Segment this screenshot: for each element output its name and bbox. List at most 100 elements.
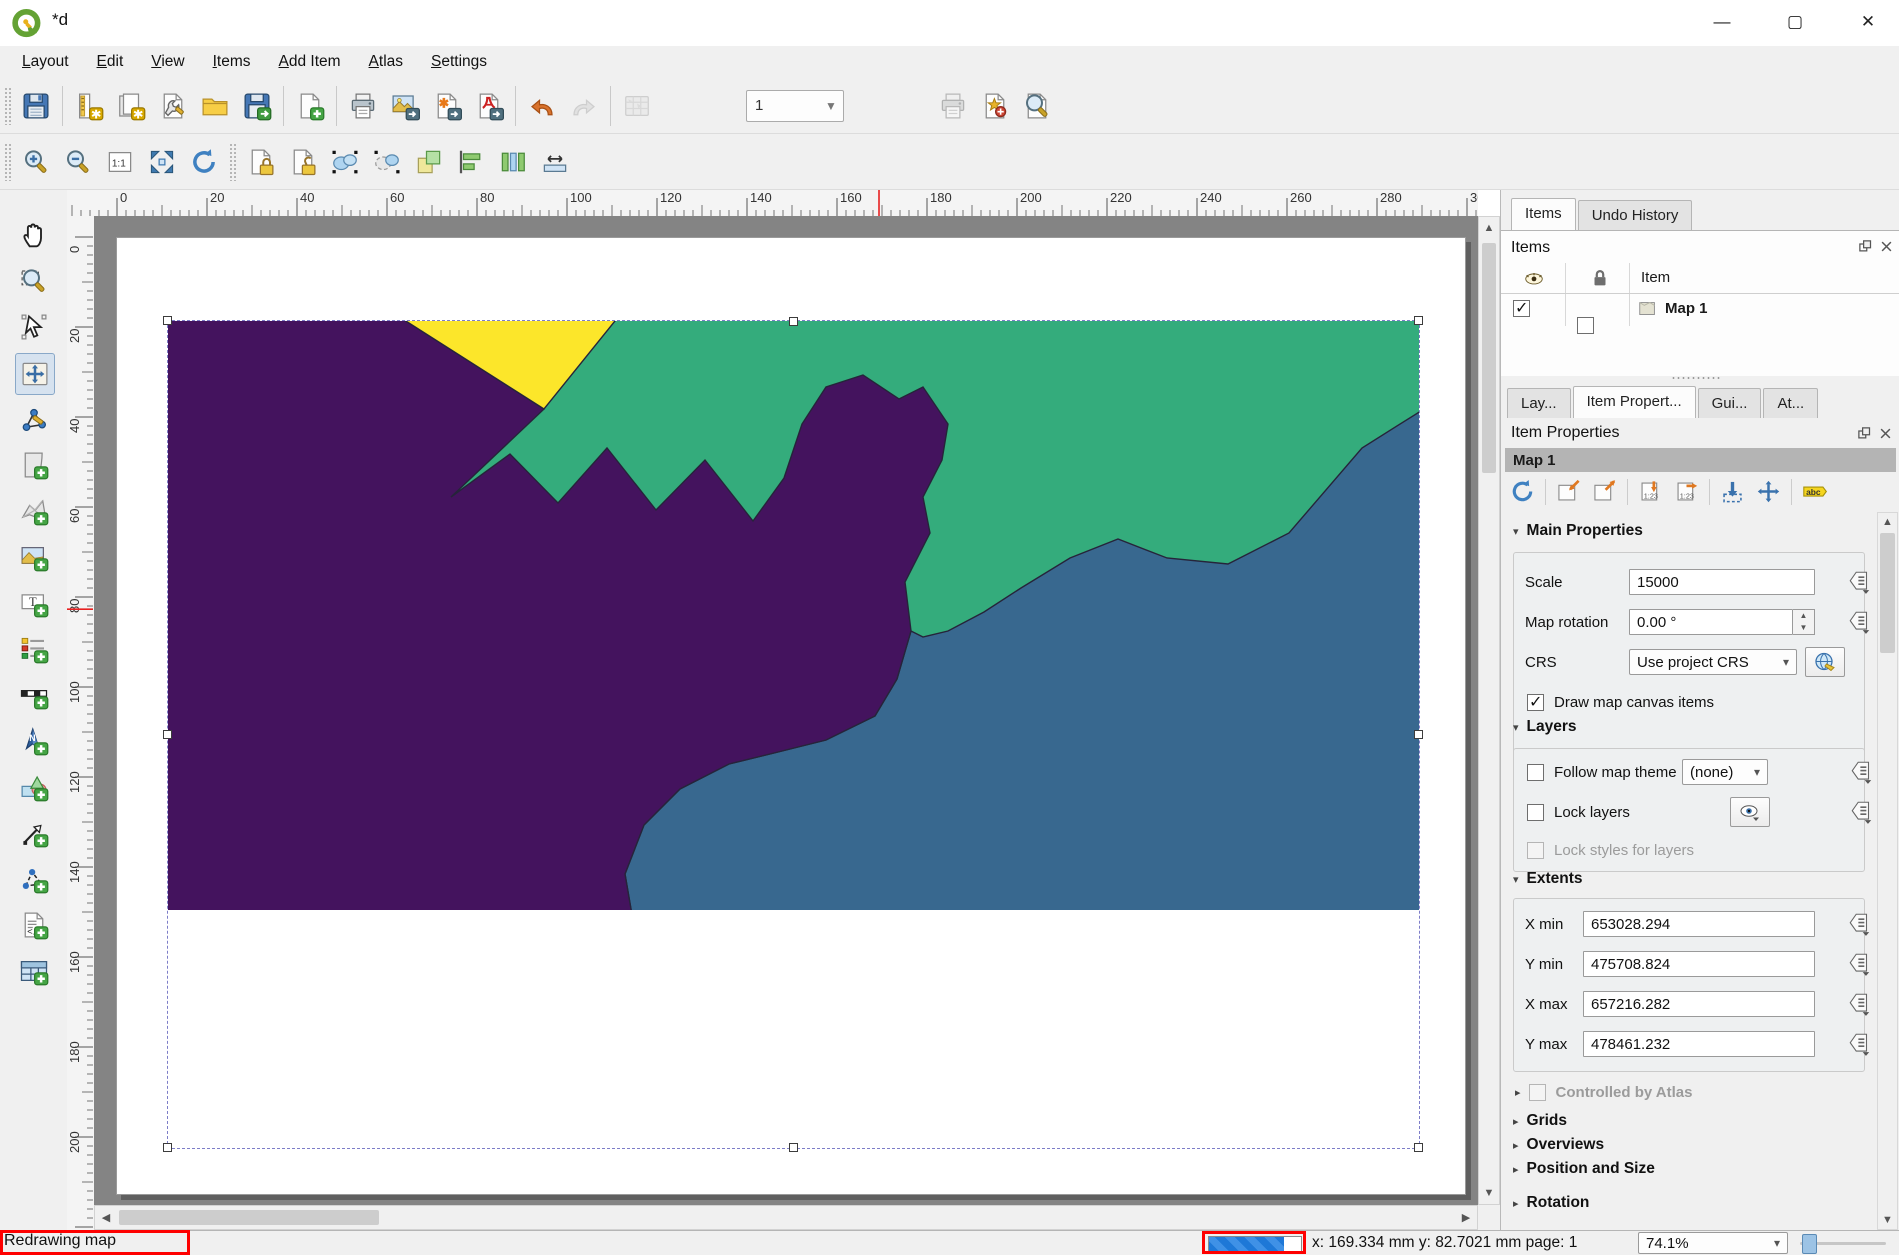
raise-items-button[interactable] <box>408 139 450 185</box>
tab-undo-history[interactable]: Undo History <box>1578 200 1693 230</box>
export-pdf-button[interactable] <box>468 83 510 129</box>
add-label-tool[interactable]: T <box>15 583 53 623</box>
handle-mid-right[interactable] <box>1414 730 1423 739</box>
draw-map-canvas-items-checkbox[interactable] <box>1527 694 1544 711</box>
canvas-horizontal-scrollbar[interactable]: ◀ ▶ <box>94 1205 1478 1230</box>
add-html-tool[interactable]: </> <box>15 905 53 945</box>
rotation-spinner[interactable]: ▲▼ <box>1793 609 1815 635</box>
add-legend-tool[interactable] <box>15 629 53 669</box>
move-item-content-tool[interactable] <box>15 353 55 395</box>
close-panel-icon[interactable] <box>1879 239 1894 254</box>
scroll-right-icon[interactable]: ▶ <box>1457 1206 1475 1229</box>
resize-items-button[interactable] <box>534 139 576 185</box>
add-3d-map-tool[interactable] <box>15 491 53 531</box>
handle-top-right[interactable] <box>1414 316 1423 325</box>
scroll-left-icon[interactable]: ◀ <box>97 1206 115 1229</box>
zoom-full-button[interactable] <box>141 139 183 185</box>
handle-bottom-right[interactable] <box>1414 1143 1423 1152</box>
menu-add-item[interactable]: Add Item <box>265 49 355 75</box>
scale-override-button[interactable] <box>1847 569 1873 595</box>
print-layout-button[interactable] <box>342 83 384 129</box>
view-extent-in-canvas-button[interactable] <box>1591 478 1618 505</box>
section-position-and-size[interactable]: Position and Size <box>1513 1160 1655 1178</box>
load-template-button[interactable] <box>194 83 236 129</box>
menu-items[interactable]: Items <box>199 49 265 75</box>
distribute-items-button[interactable] <box>492 139 534 185</box>
add-table-tool[interactable] <box>15 951 53 991</box>
handle-mid-left[interactable] <box>163 730 172 739</box>
ymax-input[interactable]: 478461.232 <box>1583 1031 1815 1057</box>
section-layers[interactable]: Layers <box>1513 718 1577 736</box>
menu-settings[interactable]: Settings <box>417 49 501 75</box>
item-visible-checkbox[interactable] <box>1513 300 1530 317</box>
lock-layers-checkbox[interactable] <box>1527 804 1544 821</box>
undo-button[interactable] <box>521 83 563 129</box>
pan-tool[interactable] <box>15 215 53 255</box>
section-controlled-by-atlas[interactable] <box>1515 1083 1529 1101</box>
new-layout-button[interactable] <box>68 83 110 129</box>
follow-map-theme-checkbox[interactable] <box>1527 764 1544 781</box>
menu-view[interactable]: View <box>137 49 198 75</box>
refresh-preview-button[interactable] <box>1509 478 1536 505</box>
tab-at[interactable]: At... <box>1763 388 1818 418</box>
layout-canvas[interactable] <box>94 216 1478 1205</box>
edit-nodes-tool[interactable] <box>15 399 53 439</box>
add-picture-tool[interactable] <box>15 537 53 577</box>
add-scalebar-tool[interactable] <box>15 675 53 715</box>
scroll-up-icon[interactable]: ▲ <box>1878 515 1897 529</box>
canvas-vertical-scrollbar[interactable]: ▲ ▼ <box>1478 216 1500 1205</box>
group-items-button[interactable] <box>324 139 366 185</box>
zoom-to-page-button[interactable] <box>1016 83 1058 129</box>
map-item[interactable] <box>168 321 1419 1148</box>
add-node-item-tool[interactable] <box>15 859 53 899</box>
unlock-items-button[interactable] <box>282 139 324 185</box>
select-move-item-tool[interactable] <box>15 307 53 347</box>
float-panel-icon[interactable] <box>1857 426 1872 441</box>
refresh-view-button[interactable] <box>183 139 225 185</box>
handle-top-mid[interactable] <box>789 317 798 326</box>
close-panel-icon[interactable] <box>1878 426 1893 441</box>
duplicate-layout-button[interactable] <box>110 83 152 129</box>
xmax-input[interactable]: 657216.282 <box>1583 991 1815 1017</box>
item-lock-checkbox[interactable] <box>1577 317 1594 334</box>
xmin-input[interactable]: 653028.294 <box>1583 911 1815 937</box>
set-map-scale-button[interactable]: 1:23 <box>1637 478 1664 505</box>
handle-top-left[interactable] <box>163 316 172 325</box>
ymax-override-button[interactable] <box>1847 1031 1873 1057</box>
export-svg-button[interactable] <box>426 83 468 129</box>
scroll-down-icon[interactable]: ▼ <box>1479 1184 1499 1202</box>
tab-item-propert[interactable]: Item Propert... <box>1573 386 1696 418</box>
zoom-slider-handle[interactable] <box>1802 1234 1817 1254</box>
visibility-presets-button[interactable] <box>1730 797 1770 827</box>
tab-items[interactable]: Items <box>1511 198 1576 230</box>
close-button[interactable]: ✕ <box>1838 0 1898 44</box>
menu-atlas[interactable]: Atlas <box>355 49 417 75</box>
splitter-handle[interactable] <box>1671 376 1721 380</box>
ymin-input[interactable]: 475708.824 <box>1583 951 1815 977</box>
scale-input[interactable]: 15000 <box>1629 569 1815 595</box>
xmax-override-button[interactable] <box>1847 991 1873 1017</box>
section-extents[interactable]: Extents <box>1513 870 1583 888</box>
atlas-page-combo[interactable]: 1▼ <box>746 90 844 122</box>
add-pages-button[interactable] <box>289 83 331 129</box>
crs-combo[interactable]: Use project CRS <box>1629 649 1797 675</box>
handle-bottom-left[interactable] <box>163 1143 172 1152</box>
menu-edit[interactable]: Edit <box>83 49 138 75</box>
move-map-content-button[interactable] <box>1755 478 1782 505</box>
ymin-override-button[interactable] <box>1847 951 1873 977</box>
xmin-override-button[interactable] <box>1847 911 1873 937</box>
zoom-out-button[interactable] <box>57 139 99 185</box>
add-arrow-tool[interactable] <box>15 813 53 853</box>
scroll-up-icon[interactable]: ▲ <box>1479 219 1499 237</box>
layout-manager-button[interactable] <box>152 83 194 129</box>
add-shape-tool[interactable] <box>15 767 53 807</box>
float-panel-icon[interactable] <box>1858 239 1873 254</box>
atlas-settings-button[interactable] <box>974 83 1016 129</box>
scroll-down-icon[interactable]: ▼ <box>1878 1213 1897 1227</box>
section-rotation[interactable]: Rotation <box>1513 1194 1589 1212</box>
select-crs-button[interactable] <box>1805 647 1845 677</box>
zoom-actual-button[interactable]: 1:1 <box>99 139 141 185</box>
view-scale-in-canvas-button[interactable]: 1:23 <box>1673 478 1700 505</box>
interactively-edit-extent-button[interactable] <box>1719 478 1746 505</box>
align-items-button[interactable] <box>450 139 492 185</box>
